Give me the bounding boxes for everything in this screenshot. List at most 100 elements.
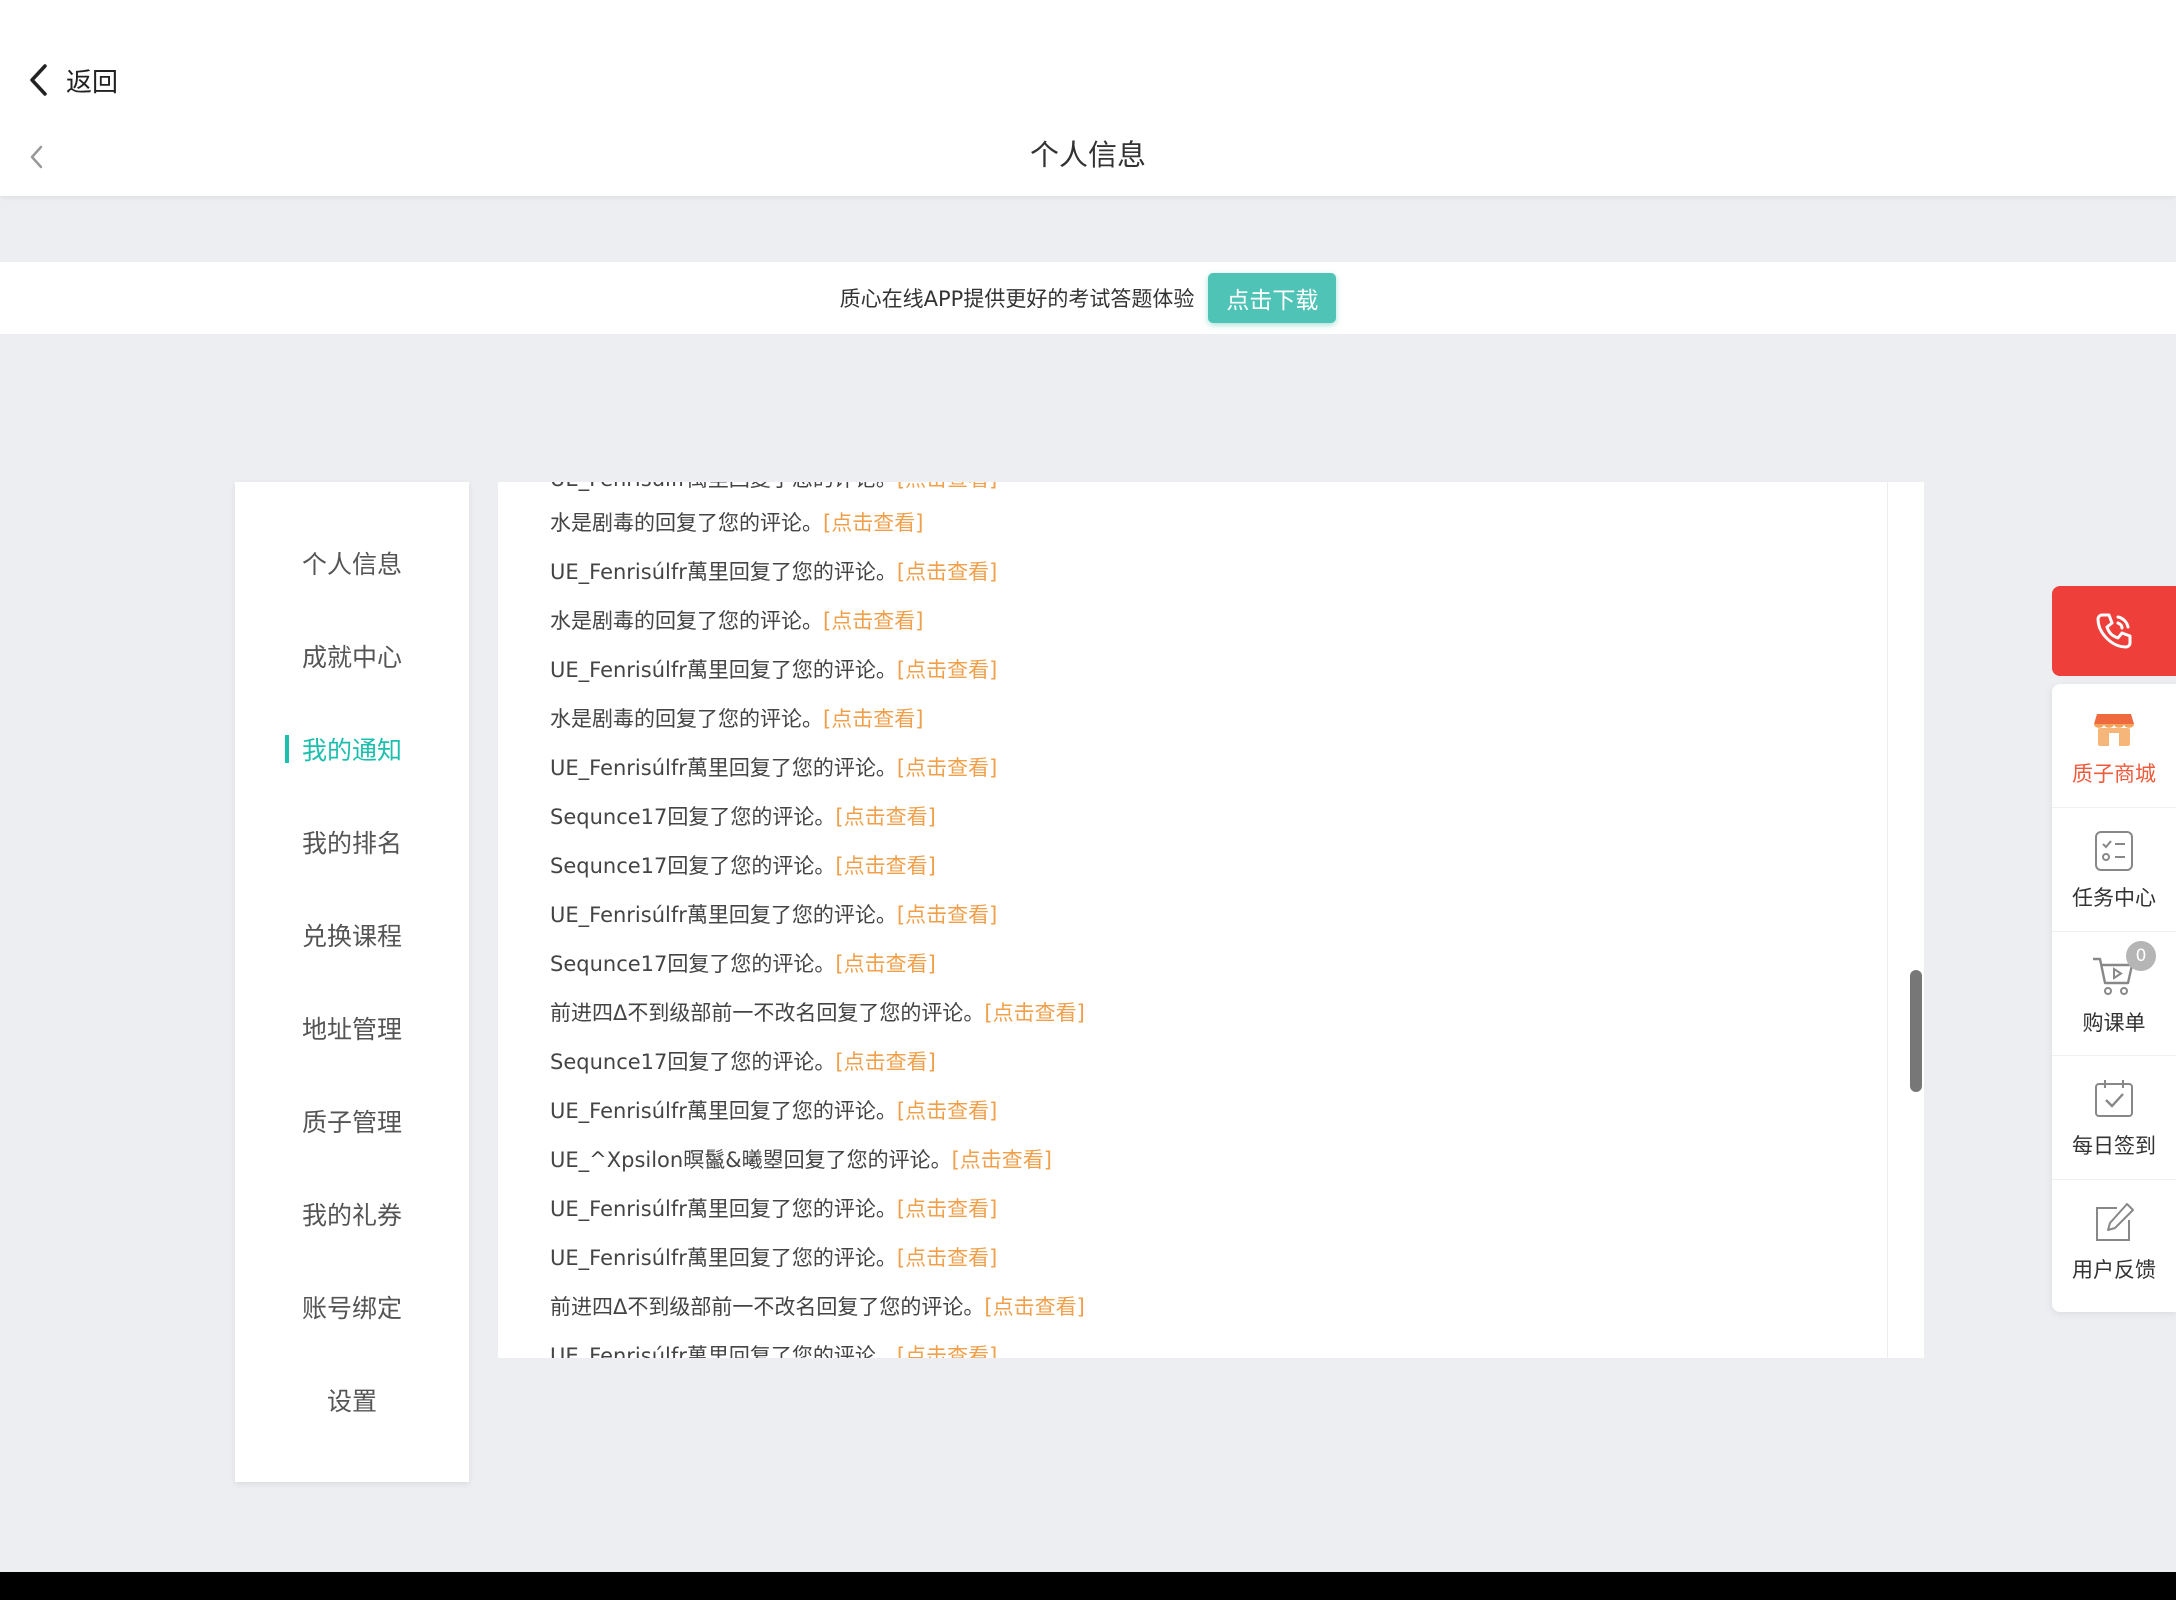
list-item: Sequnce17回复了您的评论。[点击查看] <box>550 949 936 979</box>
scrollbar-thumb[interactable] <box>1910 970 1922 1092</box>
task-center-button[interactable]: 任务中心 <box>2052 808 2176 932</box>
list-item: UE_Fenrisúlfr萬里回复了您的评论。[点击查看] <box>550 753 997 783</box>
view-link[interactable]: [点击查看] <box>823 609 923 633</box>
notification-text: 水是剧毒的回复了您的评论。 <box>550 511 823 535</box>
page: 返回 个人信息 质心在线APP提供更好的考试答题体验 点击下载 个人信息 成就中… <box>0 0 2176 1600</box>
view-link[interactable]: [点击查看] <box>897 1246 997 1270</box>
list-item: 水是剧毒的回复了您的评论。[点击查看] <box>550 606 923 636</box>
list-item: Sequnce17回复了您的评论。[点击查看] <box>550 851 936 881</box>
notification-text: UE_Fenrisúlfr萬里回复了您的评论。 <box>550 1246 897 1270</box>
chevron-left-icon <box>30 64 47 96</box>
list-item: UE_Fenrisúlfr萬里回复了您的评论。[点击查看] <box>550 900 997 930</box>
view-link[interactable]: [点击查看] <box>835 952 935 976</box>
list-item: 水是剧毒的回复了您的评论。[点击查看] <box>550 508 923 538</box>
back-label: 返回 <box>66 67 119 98</box>
menu-item-personal-info[interactable]: 个人信息 <box>235 538 469 588</box>
view-link[interactable]: [点击查看] <box>897 658 997 682</box>
notification-panel: UE_Fenrisúlfr萬里回复了您的评论。[点击查看] 水是剧毒的回复了您的… <box>498 482 1924 1358</box>
view-link[interactable]: [点击查看] <box>823 707 923 731</box>
float-label: 用户反馈 <box>2072 1258 2156 1282</box>
phone-icon <box>2096 613 2132 649</box>
menu-item-my-ranking[interactable]: 我的排名 <box>235 817 469 867</box>
download-button[interactable]: 点击下载 <box>1208 273 1337 323</box>
menu-item-achievements[interactable]: 成就中心 <box>235 631 469 681</box>
float-label: 购课单 <box>2082 1010 2146 1035</box>
list-item: 前进四Δ不到级部前一不改名回复了您的评论。[点击查看] <box>550 998 1085 1028</box>
menu-item-redeem-course[interactable]: 兑换课程 <box>235 910 469 960</box>
cart-icon-wrapper: 0 <box>2090 940 2156 999</box>
list-item: UE_Fenrisúlfr萬里回复了您的评论。[点击查看] <box>550 557 997 587</box>
notification-text: UE_Fenrisúlfr萬里回复了您的评论。 <box>550 482 897 491</box>
view-link[interactable]: [点击查看] <box>835 805 935 829</box>
menu-item-label: 我的通知 <box>301 736 402 765</box>
back-button[interactable]: 返回 <box>26 58 118 102</box>
bottom-bar <box>0 1572 2176 1600</box>
list-item: UE_Fenrisúlfr萬里回复了您的评论。[点击查看] <box>550 482 997 494</box>
daily-checkin-button[interactable]: 每日签到 <box>2052 1056 2176 1180</box>
menu-item-coupons[interactable]: 我的礼券 <box>235 1189 469 1239</box>
notification-text: 水是剧毒的回复了您的评论。 <box>550 609 823 633</box>
notification-text: 前进四Δ不到级部前一不改名回复了您的评论。 <box>550 1295 985 1319</box>
list-item: UE_Fenrisúlfr萬里回复了您的评论。[点击查看] <box>550 1341 997 1358</box>
float-label: 每日签到 <box>2072 1133 2156 1158</box>
list-item: UE_^Xpsilon暝鬣&曦曌回复了您的评论。[点击查看] <box>550 1145 1052 1175</box>
list-item: Sequnce17回复了您的评论。[点击查看] <box>550 1047 936 1077</box>
view-link[interactable]: [点击查看] <box>952 1148 1052 1172</box>
view-link[interactable]: [点击查看] <box>835 854 935 878</box>
page-title: 个人信息 <box>1029 138 1146 172</box>
list-item: UE_Fenrisúlfr萬里回复了您的评论。[点击查看] <box>550 1096 997 1126</box>
cart-count-badge: 0 <box>2126 940 2156 971</box>
app-download-banner: 质心在线APP提供更好的考试答题体验 点击下载 <box>0 262 2176 334</box>
banner-text: 质心在线APP提供更好的考试答题体验 <box>839 287 1195 311</box>
notification-text: UE_Fenrisúlfr萬里回复了您的评论。 <box>550 756 897 780</box>
list-item: UE_Fenrisúlfr萬里回复了您的评论。[点击查看] <box>550 1194 997 1224</box>
notification-text: UE_Fenrisúlfr萬里回复了您的评论。 <box>550 1197 897 1221</box>
task-list-icon <box>2095 830 2133 871</box>
view-link[interactable]: [点击查看] <box>823 511 923 535</box>
notification-text: UE_Fenrisúlfr萬里回复了您的评论。 <box>550 1344 897 1358</box>
top-header: 返回 个人信息 <box>0 0 2176 196</box>
menu-item-my-notifications[interactable]: 我的通知 <box>235 724 469 774</box>
menu-item-settings[interactable]: 设置 <box>235 1375 469 1425</box>
notification-text: UE_^Xpsilon暝鬣&曦曌回复了您的评论。 <box>550 1148 952 1172</box>
view-link[interactable]: [点击查看] <box>897 1099 997 1123</box>
view-link[interactable]: [点击查看] <box>835 1050 935 1074</box>
view-link[interactable]: [点击查看] <box>897 903 997 927</box>
float-label: 任务中心 <box>2072 885 2156 910</box>
notification-text: Sequnce17回复了您的评论。 <box>550 805 836 829</box>
notification-text: UE_Fenrisúlfr萬里回复了您的评论。 <box>550 658 897 682</box>
view-link[interactable]: [点击查看] <box>897 1197 997 1221</box>
scrollbar[interactable] <box>1908 482 1924 1358</box>
view-link[interactable]: [点击查看] <box>984 1295 1084 1319</box>
floating-toolbar: 质子商城 任务中心 0 购课单 每日签到 用户反馈 <box>2052 684 2176 1312</box>
active-indicator <box>285 735 289 763</box>
call-button[interactable] <box>2052 586 2176 676</box>
shop-button[interactable]: 质子商城 <box>2052 684 2176 808</box>
float-label: 质子商城 <box>2072 761 2156 786</box>
notification-text: 前进四Δ不到级部前一不改名回复了您的评论。 <box>550 1001 985 1025</box>
edit-icon <box>2096 1203 2134 1241</box>
calendar-check-icon <box>2095 1079 2133 1117</box>
view-link[interactable]: [点击查看] <box>897 482 997 491</box>
notification-text: UE_Fenrisúlfr萬里回复了您的评论。 <box>550 560 897 584</box>
feedback-button[interactable]: 用户反馈 <box>2052 1180 2176 1304</box>
view-link[interactable]: [点击查看] <box>897 560 997 584</box>
view-link[interactable]: [点击查看] <box>897 1344 997 1358</box>
list-item: UE_Fenrisúlfr萬里回复了您的评论。[点击查看] <box>550 1243 997 1273</box>
list-item: 水是剧毒的回复了您的评论。[点击查看] <box>550 704 923 734</box>
view-link[interactable]: [点击查看] <box>897 756 997 780</box>
side-menu: 个人信息 成就中心 我的通知 我的排名 兑换课程 地址管理 质子管理 我的礼券 … <box>235 482 469 1482</box>
list-item: Sequnce17回复了您的评论。[点击查看] <box>550 802 936 832</box>
notification-text: UE_Fenrisúlfr萬里回复了您的评论。 <box>550 1099 897 1123</box>
notification-text: Sequnce17回复了您的评论。 <box>550 854 836 878</box>
menu-item-address[interactable]: 地址管理 <box>235 1003 469 1053</box>
list-item: 前进四Δ不到级部前一不改名回复了您的评论。[点击查看] <box>550 1292 1085 1322</box>
shop-icon <box>2094 713 2134 746</box>
list-item: UE_Fenrisúlfr萬里回复了您的评论。[点击查看] <box>550 655 997 685</box>
cart-button[interactable]: 0 购课单 <box>2052 932 2176 1056</box>
notification-text: UE_Fenrisúlfr萬里回复了您的评论。 <box>550 903 897 927</box>
notification-text: Sequnce17回复了您的评论。 <box>550 1050 836 1074</box>
menu-item-proton[interactable]: 质子管理 <box>235 1096 469 1146</box>
menu-item-account-binding[interactable]: 账号绑定 <box>235 1282 469 1332</box>
view-link[interactable]: [点击查看] <box>984 1001 1084 1025</box>
